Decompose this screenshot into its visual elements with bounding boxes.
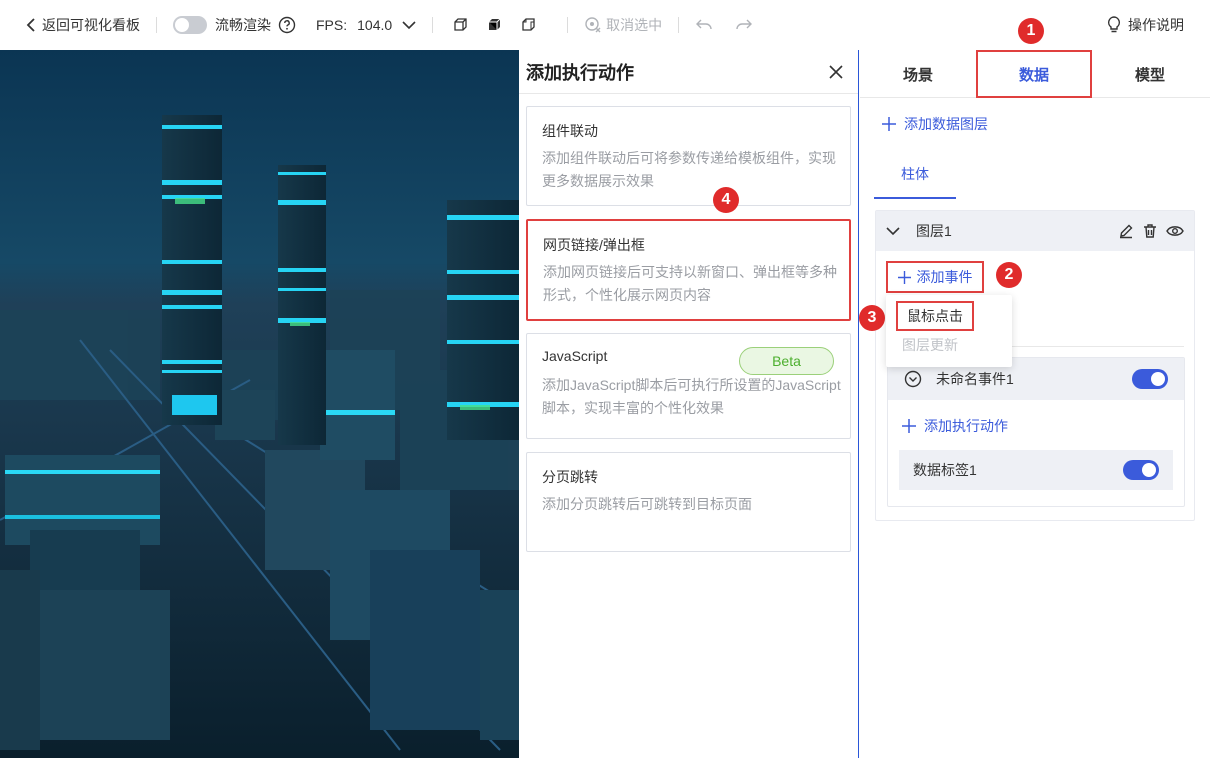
- layer-card: 图层1 添加事件 鼠标点击 图层更新 未命名事件1 添加执行动作 数据标签1: [875, 210, 1195, 521]
- cube-wireframe-icon[interactable]: [449, 14, 471, 36]
- add-action-panel: 添加执行动作 组件联动 添加组件联动后可将参数传递给模板组件，实现更多数据展示效…: [519, 50, 859, 758]
- trash-icon[interactable]: [1142, 223, 1158, 239]
- card-title: JavaScript: [542, 348, 608, 364]
- tab-scene[interactable]: 场景: [860, 50, 976, 98]
- tab-model[interactable]: 模型: [1092, 50, 1208, 98]
- collapse-circle-icon[interactable]: [904, 370, 922, 388]
- event-type-menu: 鼠标点击 图层更新: [886, 295, 1012, 367]
- card-description: 添加分页跳转后可跳转到目标页面: [542, 496, 752, 512]
- toolbar-divider: [567, 17, 569, 33]
- page-jump-card[interactable]: 分页跳转 添加分页跳转后可跳转到目标页面: [526, 452, 851, 552]
- layer-name: 图层1: [916, 223, 952, 239]
- smooth-render-label: 流畅渲染: [215, 17, 271, 33]
- menu-item-mouse-click[interactable]: 鼠标点击: [896, 301, 974, 331]
- smooth-render-toggle[interactable]: [173, 16, 207, 34]
- annotation-badge-3: 3: [859, 305, 885, 331]
- plus-icon: [897, 270, 911, 284]
- event-name: 未命名事件1: [936, 371, 1014, 387]
- lightbulb-icon: [1107, 16, 1121, 33]
- data-tag-action[interactable]: 数据标签1: [899, 450, 1173, 490]
- city-3d-viewport[interactable]: [0, 50, 519, 758]
- cube-outline-icon[interactable]: [517, 14, 539, 36]
- add-event-label: 添加事件: [916, 269, 973, 285]
- toolbar-divider: [678, 17, 680, 33]
- property-panel: 场景 数据 模型 添加数据图层 柱体 图层1 添加事件 鼠标点击 图层更新 未命…: [860, 50, 1210, 758]
- tab-column[interactable]: 柱体: [874, 150, 956, 199]
- data-tag-label: 数据标签1: [913, 462, 977, 478]
- city-scene-illustration: [0, 50, 519, 758]
- card-description: 添加组件联动后可将参数传递给模板组件，实现更多数据展示效果: [542, 150, 836, 189]
- chevron-left-icon: [26, 18, 35, 32]
- menu-item-layer-update: 图层更新: [902, 337, 958, 353]
- annotation-badge-1: 1: [1018, 18, 1044, 44]
- annotation-badge-4: 4: [713, 187, 739, 213]
- toolbar-divider: [432, 17, 434, 33]
- add-data-layer-button[interactable]: 添加数据图层: [882, 114, 988, 134]
- close-icon[interactable]: [828, 64, 844, 80]
- eye-icon[interactable]: [1166, 223, 1184, 239]
- layer-header[interactable]: 图层1: [876, 211, 1194, 251]
- annotation-badge-2: 2: [996, 262, 1022, 288]
- add-execute-action-button[interactable]: 添加执行动作: [902, 416, 1008, 436]
- add-data-layer-label: 添加数据图层: [904, 116, 988, 132]
- add-action-title: 添加执行动作: [526, 62, 634, 83]
- back-to-dashboard-button[interactable]: 返回可视化看板: [26, 15, 140, 35]
- card-title: 分页跳转: [542, 469, 598, 485]
- add-action-header: 添加执行动作: [519, 50, 858, 94]
- card-title: 组件联动: [542, 123, 598, 139]
- operation-guide-button[interactable]: 操作说明: [1106, 15, 1184, 35]
- event-card: 未命名事件1 添加执行动作 数据标签1: [887, 357, 1185, 507]
- card-title: 网页链接/弹出框: [543, 237, 645, 253]
- chevron-down-icon[interactable]: [886, 226, 900, 236]
- redo-icon[interactable]: [735, 18, 753, 32]
- undo-icon[interactable]: [695, 18, 713, 32]
- plus-icon: [882, 117, 896, 131]
- fps-value: 104.0: [357, 17, 393, 33]
- javascript-card[interactable]: JavaScript Beta 添加JavaScript脚本后可执行所设置的Ja…: [526, 333, 851, 439]
- chevron-down-icon: [402, 20, 416, 30]
- layer-actions: [1118, 223, 1184, 239]
- add-execute-action-label: 添加执行动作: [924, 418, 1008, 434]
- toolbar-divider: [156, 17, 157, 33]
- cancel-selection-label: 取消选中: [606, 17, 663, 33]
- target-cancel-icon: [585, 17, 601, 33]
- operation-guide-label: 操作说明: [1128, 17, 1184, 33]
- cube-solid-icon[interactable]: [483, 14, 505, 36]
- plus-icon: [902, 419, 916, 433]
- back-label: 返回可视化看板: [42, 17, 140, 33]
- fps-selector[interactable]: FPS: 104.0: [316, 17, 416, 33]
- cancel-selection-button[interactable]: 取消选中: [584, 15, 662, 35]
- edit-icon[interactable]: [1118, 223, 1134, 239]
- panel-tabs: 场景 数据 模型: [860, 50, 1210, 98]
- web-link-popup-card[interactable]: 网页链接/弹出框 添加网页链接后可支持以新窗口、弹出框等多种形式，个性化展示网页…: [526, 219, 851, 321]
- fps-label: FPS:: [316, 17, 348, 33]
- card-description: 添加JavaScript脚本后可执行所设置的JavaScript脚本，实现丰富的…: [542, 377, 841, 416]
- data-tag-toggle[interactable]: [1123, 460, 1159, 480]
- help-icon[interactable]: [278, 16, 296, 34]
- add-event-button[interactable]: 添加事件: [886, 261, 984, 293]
- component-linkage-card[interactable]: 组件联动 添加组件联动后可将参数传递给模板组件，实现更多数据展示效果: [526, 106, 851, 206]
- beta-badge: Beta: [739, 347, 834, 375]
- tab-data[interactable]: 数据: [976, 50, 1092, 98]
- event-enable-toggle[interactable]: [1132, 369, 1168, 389]
- card-description: 添加网页链接后可支持以新窗口、弹出框等多种形式，个性化展示网页内容: [543, 264, 837, 303]
